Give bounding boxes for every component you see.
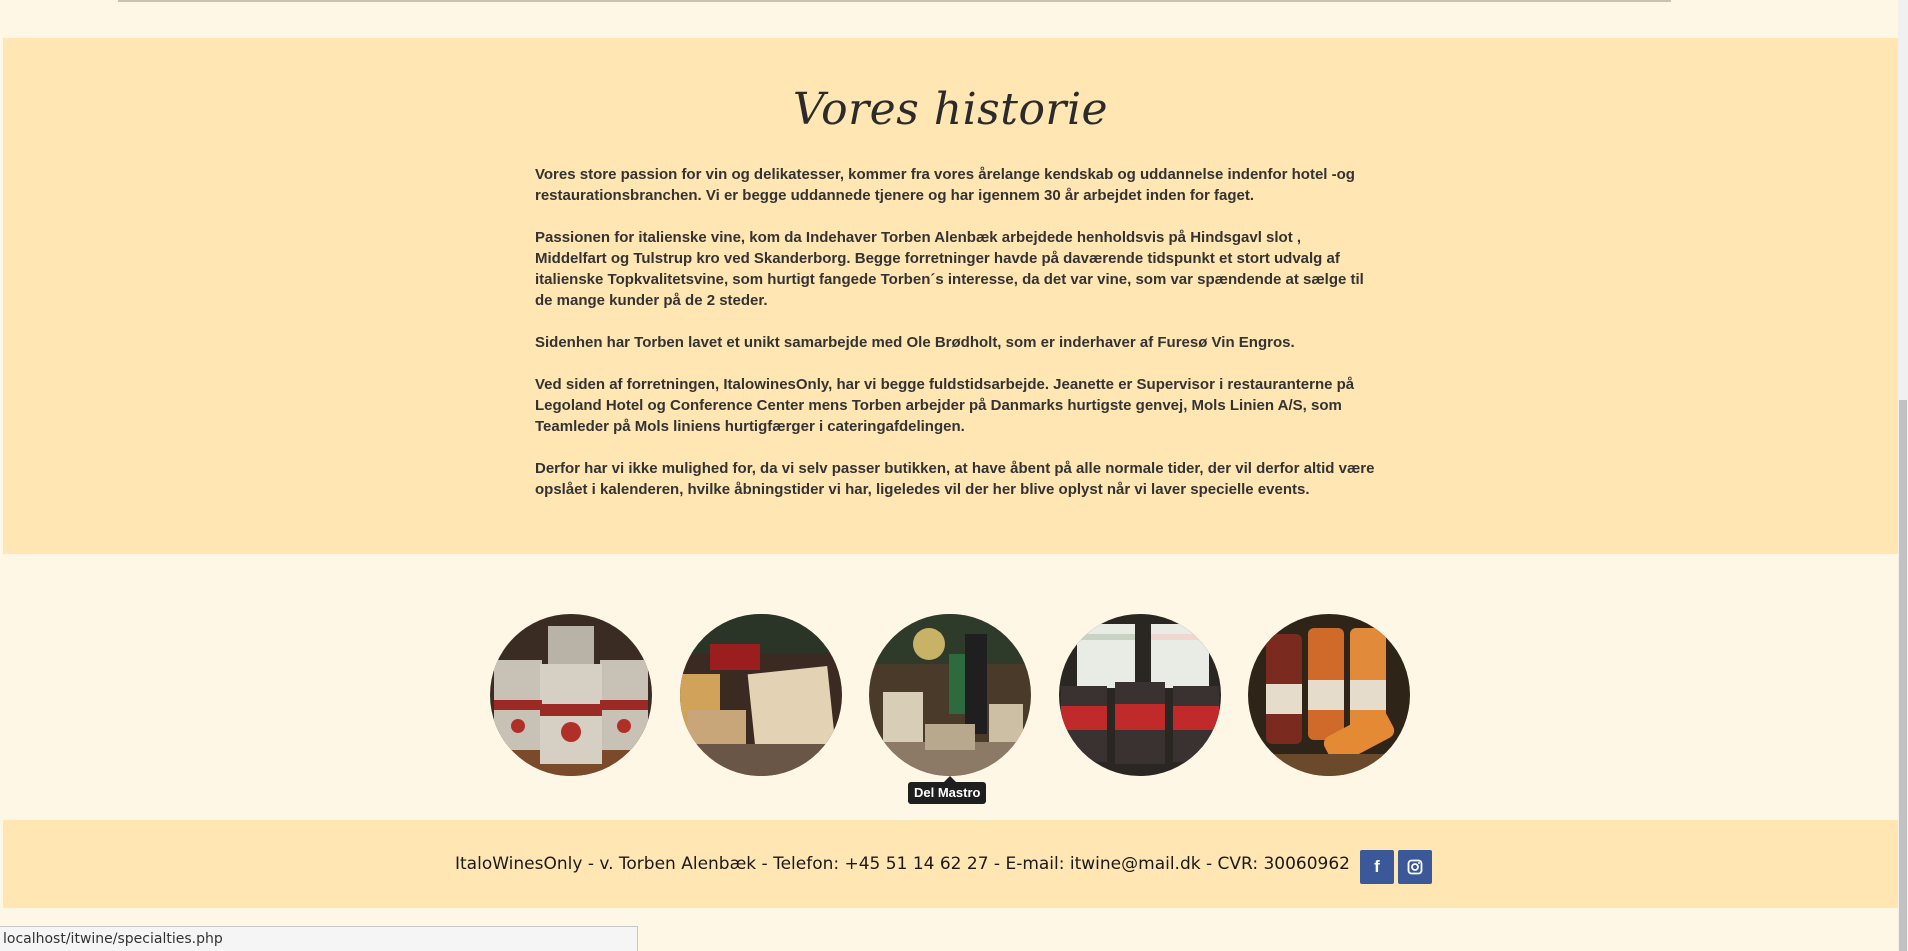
- history-text: Vores store passion for vin og delikates…: [535, 164, 1375, 521]
- lartisan-chocolate-image: [680, 614, 842, 776]
- instagram-icon: [1407, 859, 1423, 875]
- gallery-item-karameller-slikkepinde-jars[interactable]: [1059, 614, 1221, 776]
- history-section: Vores historie Vores store passion for v…: [3, 38, 1898, 554]
- history-paragraph: Vores store passion for vin og delikates…: [535, 166, 1355, 204]
- scrollbar[interactable]: [1898, 0, 1908, 951]
- product-gallery: [0, 614, 1898, 776]
- history-paragraph: Sidenhen har Torben lavet et unikt samar…: [535, 334, 1295, 351]
- juice-bottles-image: [1248, 614, 1410, 776]
- facebook-icon: f: [1374, 857, 1380, 876]
- gallery-item-del-mastro[interactable]: [869, 614, 1031, 776]
- history-paragraph: Passionen for italienske vine, kom da In…: [535, 229, 1364, 309]
- gallery-tooltip: Del Mastro: [908, 776, 987, 804]
- footer: ItaloWinesOnly - v. Torben Alenbæk - Tel…: [3, 820, 1898, 908]
- footer-contact-info: ItaloWinesOnly - v. Torben Alenbæk - Tel…: [455, 854, 1350, 874]
- facebook-button[interactable]: f: [1360, 850, 1394, 884]
- page: Vores historie Vores store passion for v…: [0, 0, 1908, 951]
- del-mastro-image: [869, 614, 1031, 776]
- divider: [118, 0, 1671, 2]
- history-title: Vores historie: [792, 84, 1109, 135]
- gallery-item-chaplon-tea-tins[interactable]: [490, 614, 652, 776]
- scrollbar-thumb[interactable]: [1899, 400, 1907, 951]
- history-paragraph: Derfor har vi ikke mulighed for, da vi s…: [535, 460, 1375, 498]
- status-bar-url: localhost/itwine/specialties.php: [0, 926, 638, 951]
- chaplon-tea-tins-image: [490, 614, 652, 776]
- gallery-item-lartisan-chocolate[interactable]: [680, 614, 842, 776]
- top-strip: [0, 0, 1898, 38]
- history-paragraph: Ved siden af forretningen, ItalowinesOnl…: [535, 376, 1355, 435]
- instagram-button[interactable]: [1398, 850, 1432, 884]
- gallery-item-juice-bottles[interactable]: [1248, 614, 1410, 776]
- karameller-jars-image: [1059, 614, 1221, 776]
